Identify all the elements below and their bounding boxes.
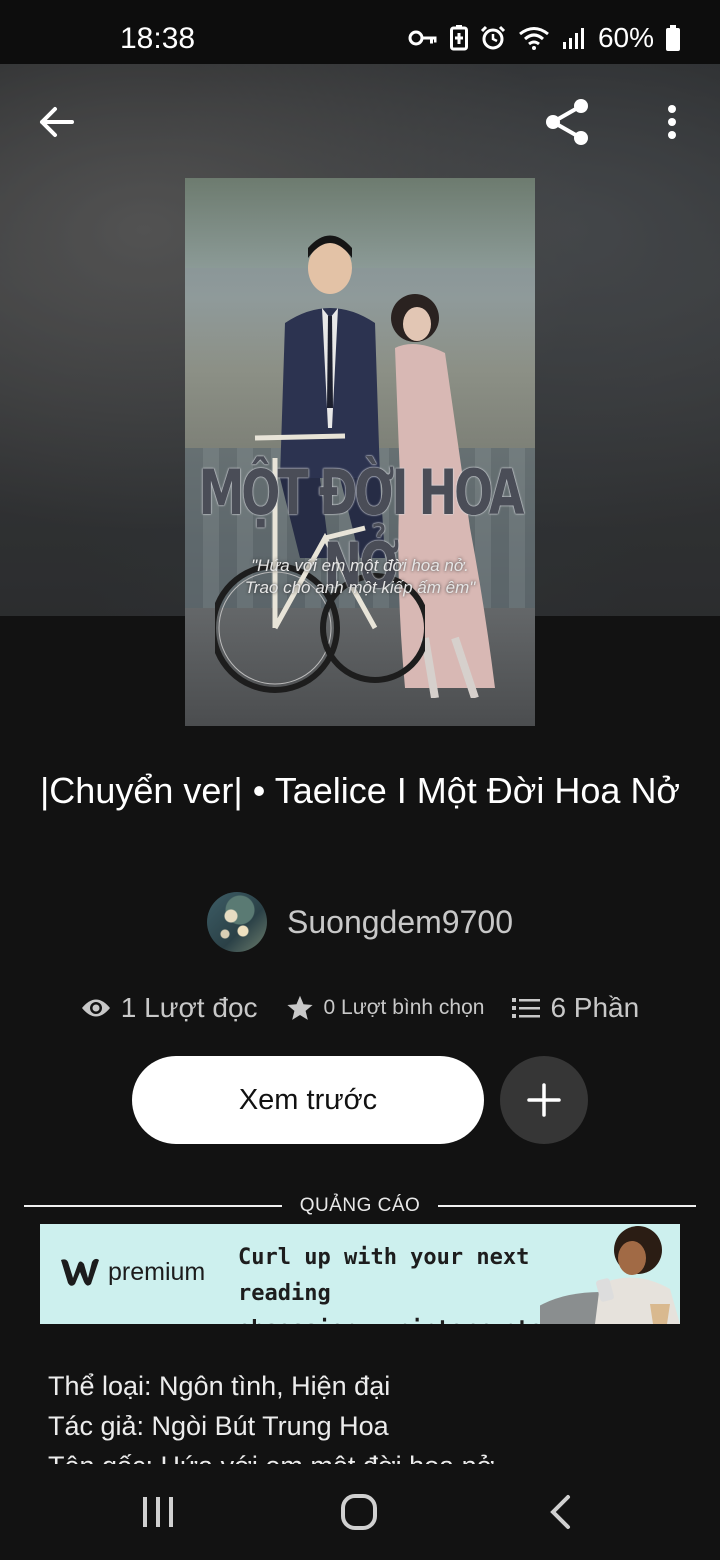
reads-count: 1 Lượt đọc [120, 992, 258, 1023]
battery-percent: 60% [597, 22, 654, 53]
ad-label: QUẢNG CÁO [299, 1195, 421, 1216]
wattpad-w-icon [61, 1258, 99, 1286]
eye-icon [81, 999, 110, 1017]
ad-person-illustration [540, 1226, 680, 1324]
recent-apps-icon [143, 1497, 173, 1527]
chevron-left-icon [550, 1495, 570, 1529]
cover-quote-line2: Trao cho anh một kiếp ấm êm" [244, 578, 476, 597]
ad-brand: premium [108, 1257, 206, 1286]
description-line1: Thể loại: Ngôn tình, Hiện đại [48, 1371, 391, 1401]
book-cover[interactable]: MỘT ĐỜI HOA NỞ "Hứa với em một đời hoa n… [185, 178, 535, 726]
story-description: Thể loại: Ngôn tình, Hiện đại Tác giả: N… [48, 1366, 688, 1464]
ad-label-row: QUẢNG CÁO [24, 1194, 696, 1218]
parts-stat: 6 Phần [512, 992, 639, 1024]
status-icons: 60% [408, 22, 680, 54]
ad-banner[interactable]: premium Curl up with your next reading o… [40, 1224, 680, 1324]
battery-icon [666, 25, 680, 51]
key-icon [408, 30, 437, 46]
cover-quote-line1: "Hứa với em một đời hoa nở. [251, 556, 469, 575]
more-vertical-icon [668, 105, 676, 139]
preview-button[interactable]: Xem trước [132, 1056, 484, 1144]
system-back-button[interactable] [530, 1486, 590, 1538]
ad-divider-left [24, 1205, 282, 1207]
status-bar: 18:38 60% [0, 0, 720, 64]
home-icon [341, 1494, 377, 1530]
author-name[interactable]: Suongdem9700 [287, 904, 513, 941]
alarm-icon [480, 25, 506, 50]
book-title: |Chuyển ver| • Taelice I Một Đời Hoa Nở [39, 770, 681, 811]
cover-quote: "Hứa với em một đời hoa nở. Trao cho anh… [185, 555, 535, 599]
description-line3: Tên gốc: Hứa với em một đời hoa nở [48, 1446, 688, 1464]
share-button[interactable] [536, 90, 600, 154]
add-to-library-button[interactable] [500, 1056, 588, 1144]
votes-stat: 0 Lượt bình chọn [286, 994, 485, 1022]
system-nav-bar [0, 1464, 720, 1560]
votes-count: 0 Lượt bình chọn [323, 996, 485, 1019]
description-line2: Tác giả: Ngòi Bút Trung Hoa [48, 1411, 389, 1441]
back-button[interactable] [24, 90, 88, 154]
reads-stat: 1 Lượt đọc [81, 992, 258, 1024]
wifi-icon [519, 27, 549, 50]
author-avatar[interactable] [207, 892, 268, 952]
arrow-left-icon [40, 107, 74, 137]
plus-icon [527, 1083, 561, 1117]
list-icon [512, 998, 541, 1018]
parts-count: 6 Phần [550, 992, 640, 1023]
share-icon [546, 99, 588, 145]
home-button[interactable] [329, 1486, 389, 1538]
status-time: 18:38 [120, 22, 196, 55]
ad-divider-right [438, 1205, 696, 1207]
ad-logo: premium [58, 1256, 205, 1288]
story-stats: 1 Lượt đọc 0 Lượt bình chọn 6 Phần [0, 988, 720, 1028]
battery-saver-icon [449, 25, 468, 51]
recent-apps-button[interactable] [128, 1486, 188, 1538]
more-options-button[interactable] [640, 90, 704, 154]
signal-icon [562, 28, 584, 49]
star-icon [286, 995, 313, 1020]
author-row[interactable]: Suongdem9700 [0, 890, 720, 954]
